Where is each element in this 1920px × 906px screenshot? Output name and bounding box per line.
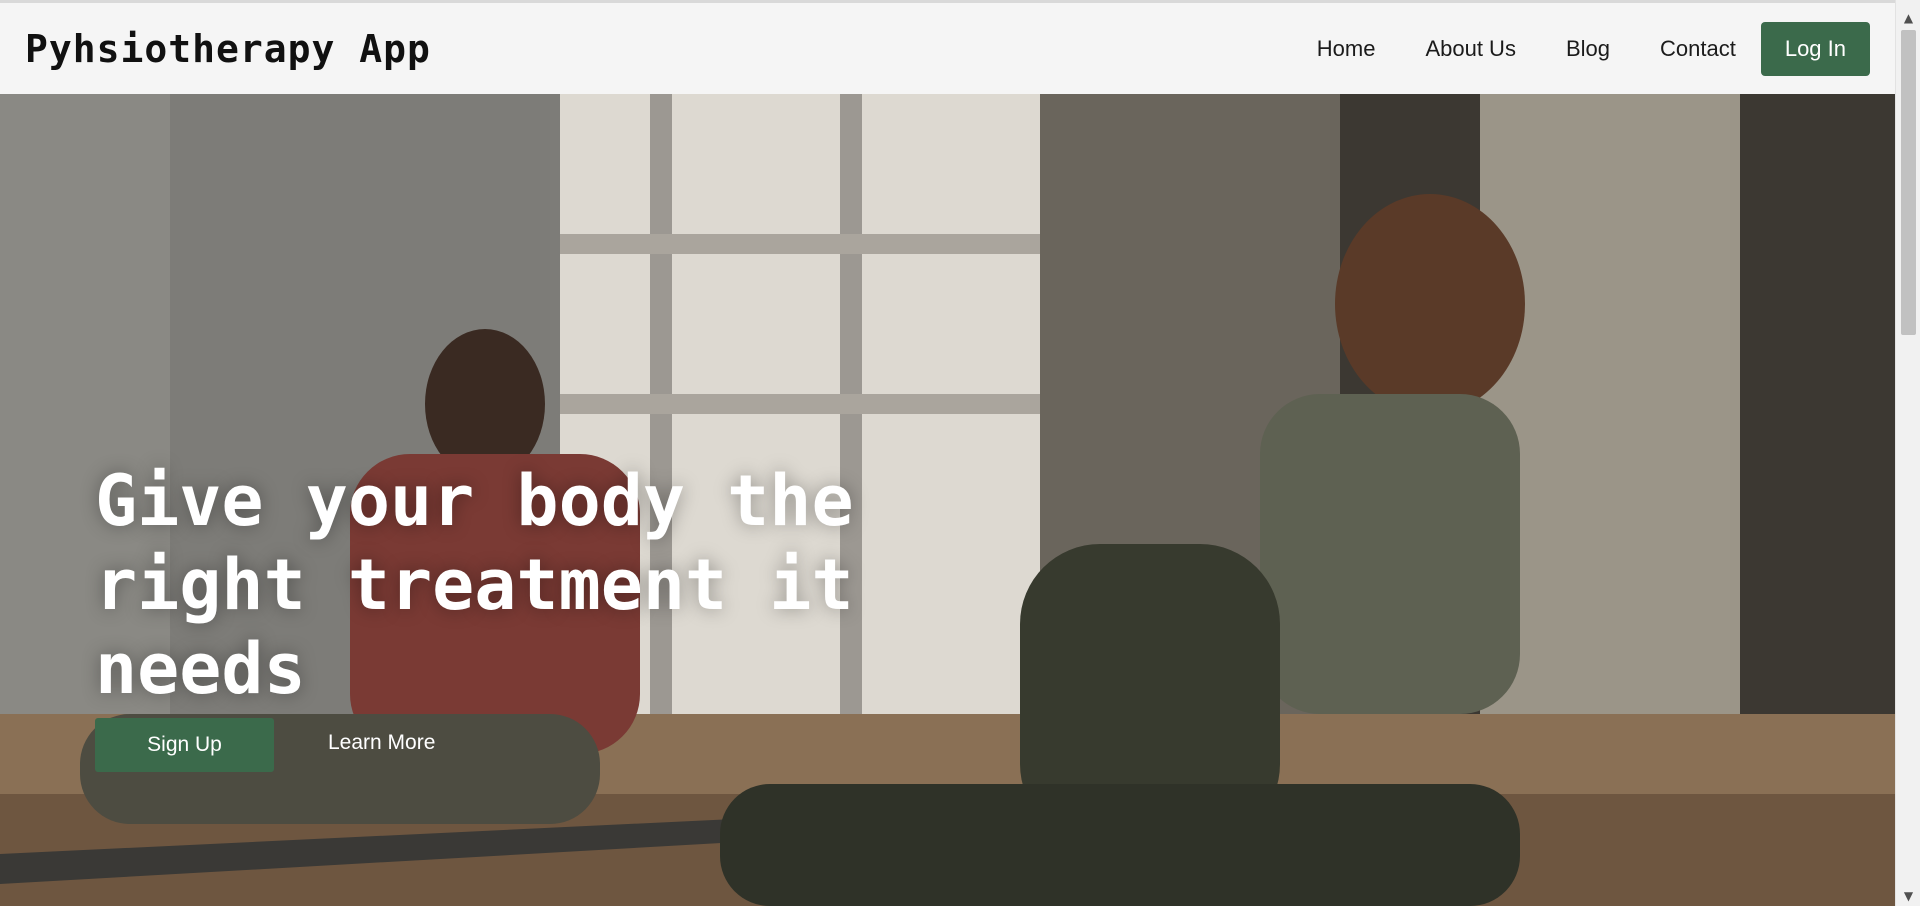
signup-button[interactable]: Sign Up <box>95 718 274 772</box>
nav-home-link[interactable]: Home <box>1317 36 1376 62</box>
nav-blog-link[interactable]: Blog <box>1566 36 1610 62</box>
vertical-scrollbar[interactable]: ▲ ▼ <box>1895 0 1920 906</box>
nav-about-link[interactable]: About Us <box>1425 36 1516 62</box>
navbar: Pyhsiotherapy App Home About Us Blog Con… <box>0 3 1895 94</box>
scrollbar-thumb[interactable] <box>1901 30 1916 335</box>
scroll-down-arrow-icon[interactable]: ▼ <box>1896 886 1920 906</box>
login-button[interactable]: Log In <box>1760 21 1870 76</box>
nav-menu: Home About Us Blog Contact Log In <box>1317 21 1870 76</box>
scroll-up-arrow-icon[interactable]: ▲ <box>1896 8 1920 28</box>
nav-contact-link[interactable]: Contact <box>1660 36 1736 62</box>
hero-title: Give your body the right treatment it ne… <box>95 460 854 710</box>
hero-section: Give your body the right treatment it ne… <box>0 94 1895 906</box>
learn-more-link[interactable]: Learn More <box>328 731 435 755</box>
brand-logo[interactable]: Pyhsiotherapy App <box>25 27 431 71</box>
